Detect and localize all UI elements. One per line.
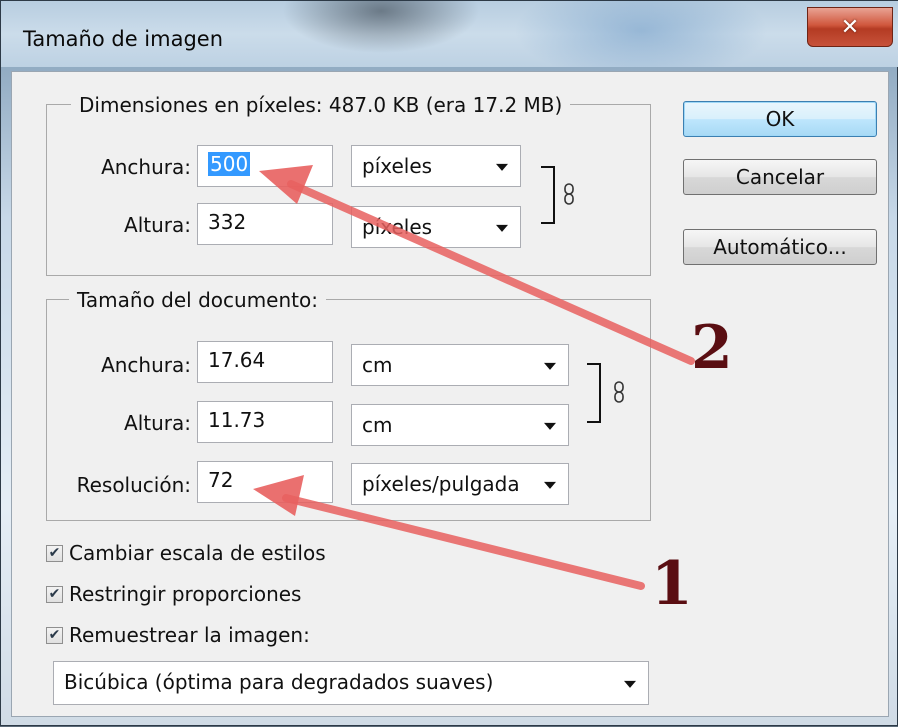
pixel-height-value: 332 <box>208 210 247 234</box>
pixel-height-field[interactable]: 332 <box>197 203 333 245</box>
doc-height-unit: cm <box>362 413 393 437</box>
link-chain-icon <box>564 183 574 205</box>
scale-styles-checkbox[interactable]: ✔ Cambiar escala de estilos <box>46 541 326 565</box>
doc-width-unit-select[interactable]: cm <box>351 344 569 386</box>
constrain-proportions-checkbox[interactable]: ✔ Restringir proporciones <box>46 582 301 606</box>
chevron-down-icon <box>496 224 508 232</box>
resolution-unit-select[interactable]: píxeles/pulgada <box>351 463 569 505</box>
resample-checkbox[interactable]: ✔ Remuestrear la imagen: <box>46 623 310 647</box>
pixel-height-unit-select[interactable]: píxeles <box>351 206 521 248</box>
check-icon[interactable]: ✔ <box>46 585 63 603</box>
resample-label: Remuestrear la imagen: <box>69 623 310 647</box>
pixel-dimensions-legend: Dimensiones en píxeles: 487.0 KB (era 17… <box>71 93 571 117</box>
close-icon: ✕ <box>840 14 860 40</box>
doc-width-value: 17.64 <box>208 348 266 372</box>
image-size-dialog: Tamaño de imagen ✕ Dimensiones en píxele… <box>0 0 898 726</box>
auto-button[interactable]: Automático... <box>683 229 877 265</box>
constrain-proportions-label: Restringir proporciones <box>69 582 302 606</box>
resample-method-select[interactable]: Bicúbica (óptima para degradados suaves) <box>53 661 649 705</box>
document-size-legend: Tamaño del documento: <box>69 288 326 312</box>
pixel-width-unit: píxeles <box>362 154 433 178</box>
resolution-label: Resolución: <box>76 473 191 497</box>
close-button[interactable]: ✕ <box>807 7 893 47</box>
pixel-constrain-bracket <box>541 166 555 224</box>
doc-height-field[interactable]: 11.73 <box>197 401 333 443</box>
annotation-number-1: 1 <box>651 549 693 619</box>
cancel-button[interactable]: Cancelar <box>683 159 877 195</box>
doc-height-label: Altura: <box>124 411 191 435</box>
pixel-width-unit-select[interactable]: píxeles <box>351 145 521 187</box>
doc-width-unit: cm <box>362 353 393 377</box>
resample-method-value: Bicúbica (óptima para degradados suaves) <box>64 670 494 694</box>
chevron-down-icon <box>496 163 508 171</box>
annotation-number-2: 2 <box>691 313 733 383</box>
chevron-down-icon <box>624 680 636 688</box>
cancel-button-label: Cancelar <box>735 165 825 189</box>
title-bar[interactable]: Tamaño de imagen ✕ <box>1 1 898 67</box>
ok-button[interactable]: OK <box>683 101 877 137</box>
doc-height-unit-select[interactable]: cm <box>351 404 569 446</box>
scale-styles-label: Cambiar escala de estilos <box>69 541 326 565</box>
chevron-down-icon <box>544 481 556 489</box>
doc-height-value: 11.73 <box>208 408 266 432</box>
check-icon[interactable]: ✔ <box>46 544 63 562</box>
pixel-width-field[interactable]: 500 <box>197 145 333 187</box>
pixel-height-label: Altura: <box>124 213 191 237</box>
pixel-width-label: Anchura: <box>101 155 191 179</box>
window-title: Tamaño de imagen <box>23 27 224 51</box>
auto-button-label: Automático... <box>713 235 847 259</box>
chevron-down-icon <box>544 362 556 370</box>
pixel-dimensions-group <box>46 104 651 276</box>
link-chain-icon <box>614 381 624 403</box>
doc-width-label: Anchura: <box>101 353 191 377</box>
resolution-unit: píxeles/pulgada <box>362 472 520 496</box>
chevron-down-icon <box>544 422 556 430</box>
resolution-value: 72 <box>208 468 234 492</box>
ok-button-label: OK <box>765 107 795 131</box>
doc-width-field[interactable]: 17.64 <box>197 341 333 383</box>
doc-constrain-bracket <box>587 363 601 423</box>
resolution-field[interactable]: 72 <box>197 461 333 503</box>
pixel-width-value: 500 <box>208 152 251 176</box>
pixel-height-unit: píxeles <box>362 215 433 239</box>
check-icon[interactable]: ✔ <box>46 626 63 644</box>
